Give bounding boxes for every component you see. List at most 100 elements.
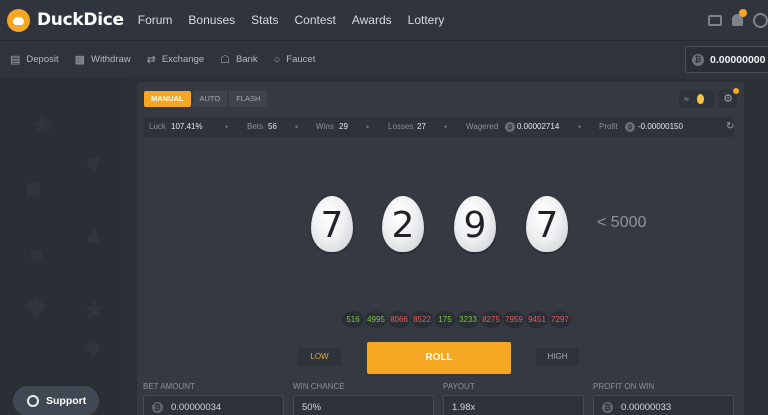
high-button[interactable]: HIGH xyxy=(536,348,579,366)
deposit-button[interactable]: ▤ Deposit xyxy=(10,53,59,66)
exchange-icon: ⇄ xyxy=(146,54,156,66)
mode-tabs: MANUAL AUTO FLASH xyxy=(144,91,269,107)
history-item[interactable]: 3233 xyxy=(457,311,479,328)
settings-button[interactable]: ⚙ xyxy=(719,88,739,108)
separator: • xyxy=(295,122,299,132)
separator: • xyxy=(444,122,448,132)
low-button[interactable]: LOW xyxy=(298,348,341,366)
separator: • xyxy=(578,122,582,132)
history-item[interactable]: 7959 xyxy=(503,311,525,328)
wins-value: 29 xyxy=(339,122,348,131)
bitcoin-icon: ₿ xyxy=(505,122,515,132)
decor-icon: ▲ xyxy=(80,218,108,249)
bitcoin-icon: ₿ xyxy=(152,402,163,413)
bets-label: Bets xyxy=(247,122,264,131)
bitcoin-icon: ₿ xyxy=(692,53,704,66)
withdraw-icon: ▩ xyxy=(74,54,86,66)
luck-label: Luck xyxy=(149,122,166,131)
bitcoin-icon: ₿ xyxy=(602,402,613,413)
roll-button[interactable]: ROLL xyxy=(367,342,511,374)
win-chance-label: WIN CHANCE xyxy=(293,382,345,391)
balance-value: 0.00000000 xyxy=(710,53,766,66)
bell-icon[interactable] xyxy=(732,9,747,26)
faucet-label: Faucet xyxy=(286,54,316,65)
profit-on-win-field[interactable]: ₿ xyxy=(593,395,734,415)
bank-button[interactable]: ☖ Bank xyxy=(220,53,258,66)
result-egg: 9 xyxy=(454,196,496,252)
losses-value: 27 xyxy=(417,122,426,131)
nav-contest[interactable]: Contest xyxy=(294,13,335,27)
payout-input[interactable] xyxy=(452,402,552,413)
deposit-label: Deposit xyxy=(26,54,59,65)
bitcoin-icon: ₿ xyxy=(625,122,635,132)
decor-icon: ● xyxy=(28,238,45,269)
wallet-nav: ▤ Deposit ▩ Withdraw ⇄ Exchange ☖ Bank ○… xyxy=(0,40,768,78)
support-label: Support xyxy=(46,395,87,407)
nav-lottery[interactable]: Lottery xyxy=(408,13,445,27)
tab-flash[interactable]: FLASH xyxy=(229,91,268,107)
result-digit: 2 xyxy=(391,204,415,246)
chat-icon xyxy=(27,395,39,407)
win-chance-field[interactable] xyxy=(293,395,434,415)
wagered-label: Wagered xyxy=(466,122,499,131)
decor-icon: ★ xyxy=(30,109,56,140)
bet-history: 516 4995 8066 8522 175 3233 8275 7959 9451 7297 xyxy=(342,311,572,328)
faucet-icon: ○ xyxy=(273,53,281,66)
tab-auto[interactable]: AUTO xyxy=(192,91,228,107)
bank-label: Bank xyxy=(235,54,258,65)
notification-badge xyxy=(739,9,747,17)
result-egg: 7 xyxy=(526,196,568,252)
chart-icon[interactable]: ≈ xyxy=(684,94,689,104)
exchange-label: Exchange xyxy=(161,54,205,65)
win-chance-input[interactable] xyxy=(302,402,402,413)
mail-icon[interactable] xyxy=(708,14,722,26)
wagered-value: 0.00002714 xyxy=(517,122,560,131)
refresh-icon[interactable]: ↻ xyxy=(726,117,734,137)
decor-icon: ★ xyxy=(82,294,108,325)
profit-on-win-label: PROFIT ON WIN xyxy=(593,382,655,391)
view-toggle: ≈ xyxy=(679,90,714,108)
luck-value: 107.41% xyxy=(171,122,203,131)
bank-icon: ☖ xyxy=(220,54,230,66)
exchange-button[interactable]: ⇄ Exchange xyxy=(147,53,204,66)
tab-manual[interactable]: MANUAL xyxy=(144,91,191,107)
result-digit: 7 xyxy=(535,204,559,246)
deposit-icon: ▤ xyxy=(10,54,21,66)
separator: • xyxy=(225,122,229,132)
support-button[interactable]: Support xyxy=(13,386,99,415)
history-item[interactable]: 516 xyxy=(342,311,364,328)
bets-value: 56 xyxy=(268,122,277,131)
nav-awards[interactable]: Awards xyxy=(352,13,392,27)
history-item[interactable]: 7297 xyxy=(549,311,571,328)
decor-icon: ♥ xyxy=(85,333,102,364)
bet-amount-field[interactable]: ₿ xyxy=(143,395,284,415)
history-item[interactable]: 8275 xyxy=(480,311,502,328)
avatar-icon[interactable] xyxy=(753,12,768,28)
history-item[interactable]: 4995 xyxy=(365,311,387,328)
losses-label: Losses xyxy=(388,122,414,131)
withdraw-label: Withdraw xyxy=(91,54,131,65)
egg-icon[interactable] xyxy=(696,94,704,104)
roll-target: < 5000 xyxy=(597,214,647,231)
nav-bonuses[interactable]: Bonuses xyxy=(188,13,235,27)
duck-logo-icon xyxy=(7,8,30,32)
result-egg: 7 xyxy=(311,196,353,252)
faucet-button[interactable]: ○ Faucet xyxy=(274,54,316,66)
balance-display[interactable]: ₿ 0.00000000 xyxy=(685,46,768,73)
nav-forum[interactable]: Forum xyxy=(138,13,173,27)
sidebar-background: ★ ♥ ■ ▲ ● ★ ◆ ♥ xyxy=(0,78,123,415)
profit-value: -0.00000150 xyxy=(638,122,683,131)
profit-on-win-input[interactable] xyxy=(621,402,721,413)
settings-badge xyxy=(733,88,739,94)
withdraw-button[interactable]: ▩ Withdraw xyxy=(75,53,131,66)
history-item[interactable]: 9451 xyxy=(526,311,548,328)
gear-icon: ⚙ xyxy=(723,92,733,105)
nav-stats[interactable]: Stats xyxy=(251,13,278,27)
bet-amount-input[interactable] xyxy=(171,402,271,413)
history-item[interactable]: 8522 xyxy=(411,311,433,328)
logo[interactable]: DuckDice xyxy=(7,8,124,32)
history-item[interactable]: 175 xyxy=(434,311,456,328)
decor-icon: ■ xyxy=(25,173,42,204)
history-item[interactable]: 8066 xyxy=(388,311,410,328)
payout-field[interactable] xyxy=(443,395,584,415)
